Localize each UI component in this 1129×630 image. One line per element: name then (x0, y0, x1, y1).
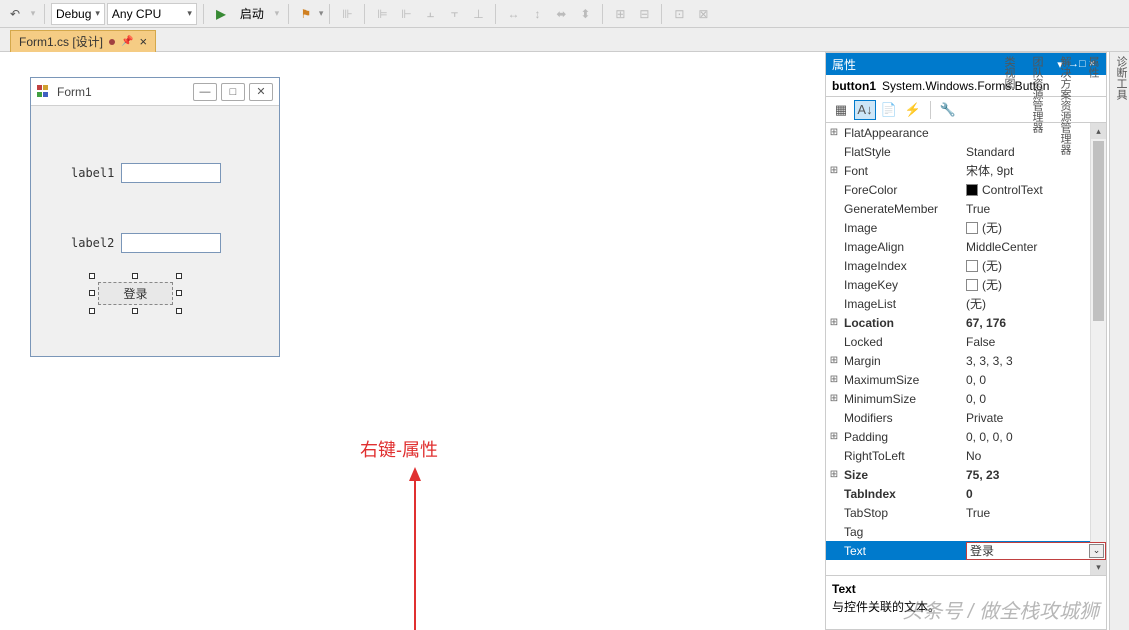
label2[interactable]: label2 (71, 236, 114, 250)
properties-page-icon[interactable]: 📄 (878, 100, 900, 120)
events-icon[interactable]: ⚡ (902, 100, 924, 120)
close-window-icon[interactable]: ✕ (249, 83, 273, 101)
right-tool-strip: 诊断工具属性解决方案资源管理器团队资源管理器类视图 (1109, 52, 1129, 630)
maximize-icon[interactable]: □ (221, 83, 245, 101)
form1-body[interactable]: label1 label2 登录 (31, 106, 279, 356)
size-icon-2: ⊟ (633, 3, 655, 25)
start-dropdown-icon[interactable]: ▾ (272, 3, 282, 25)
config-dropdown[interactable]: Debug▾ (51, 3, 105, 25)
textbox1[interactable] (121, 163, 221, 183)
annotation-text: 右键-属性 (360, 436, 438, 462)
tab-bar: Form1.cs [设计] 📌 × (0, 28, 1129, 52)
label1[interactable]: label1 (71, 166, 114, 180)
space-icon-4: ⬍ (574, 3, 596, 25)
align-icon-5: ⫟ (443, 3, 465, 25)
categorized-icon[interactable]: ▦ (830, 100, 852, 120)
space-icon-1: ↔ (502, 3, 524, 25)
annotation-arrow-icon (405, 467, 425, 630)
align-icon-6: ⊥ (467, 3, 489, 25)
toolwindow-tab[interactable]: 类视图 (1001, 56, 1017, 630)
space-icon-3: ⬌ (550, 3, 572, 25)
dropdown-caret-icon[interactable]: ▾ (28, 3, 38, 25)
size-icon-1: ⊞ (609, 3, 631, 25)
form-icon (37, 85, 51, 99)
tool-icon[interactable]: ⚑ (295, 3, 317, 25)
form1-window[interactable]: Form1 — □ ✕ label1 label2 登录 (30, 77, 280, 357)
play-icon[interactable]: ▶ (210, 3, 232, 25)
toolwindow-tab[interactable]: 属性 (1085, 56, 1101, 630)
selection-handles[interactable] (92, 276, 179, 311)
align-icon-3: ⊩ (395, 3, 417, 25)
wrench-icon[interactable]: 🔧 (937, 100, 959, 120)
watermark: 头条号 / 做全栈攻城狮 (902, 595, 1099, 624)
back-icon[interactable]: ↶ (4, 3, 26, 25)
textbox2[interactable] (121, 233, 221, 253)
platform-dropdown[interactable]: Any CPU▾ (107, 3, 197, 25)
toolwindow-tab[interactable]: 团队资源管理器 (1029, 56, 1045, 630)
close-icon[interactable]: × (139, 34, 147, 49)
toolwindow-tab[interactable]: 解决方案资源管理器 (1057, 56, 1073, 630)
unsaved-dot-icon (109, 39, 115, 45)
space-icon-2: ↕ (526, 3, 548, 25)
design-surface[interactable]: Form1 — □ ✕ label1 label2 登录 右键-属性 (0, 52, 829, 630)
form-title: Form1 (57, 85, 189, 99)
align-icon-2: ⊫ (371, 3, 393, 25)
center-icon-2: ⊠ (692, 3, 714, 25)
properties-title: 属性 (832, 56, 1052, 73)
alphabetical-icon[interactable]: A↓ (854, 100, 876, 120)
align-icon-1: ⊪ (336, 3, 358, 25)
tab-label: Form1.cs [设计] (19, 33, 103, 50)
align-icon-4: ⫠ (419, 3, 441, 25)
tab-form1-designer[interactable]: Form1.cs [设计] 📌 × (10, 30, 156, 52)
toolwindow-tab[interactable]: 诊断工具 (1113, 56, 1129, 630)
form1-titlebar: Form1 — □ ✕ (31, 78, 279, 106)
pin-icon[interactable]: 📌 (121, 36, 133, 47)
start-button[interactable]: 启动 (234, 5, 270, 22)
center-icon-1: ⊡ (668, 3, 690, 25)
main-toolbar: ↶ ▾ Debug▾ Any CPU▾ ▶ 启动 ▾ ⚑ ▾ ⊪ ⊫ ⊩ ⫠ ⫟… (0, 0, 1129, 28)
minimize-icon[interactable]: — (193, 83, 217, 101)
